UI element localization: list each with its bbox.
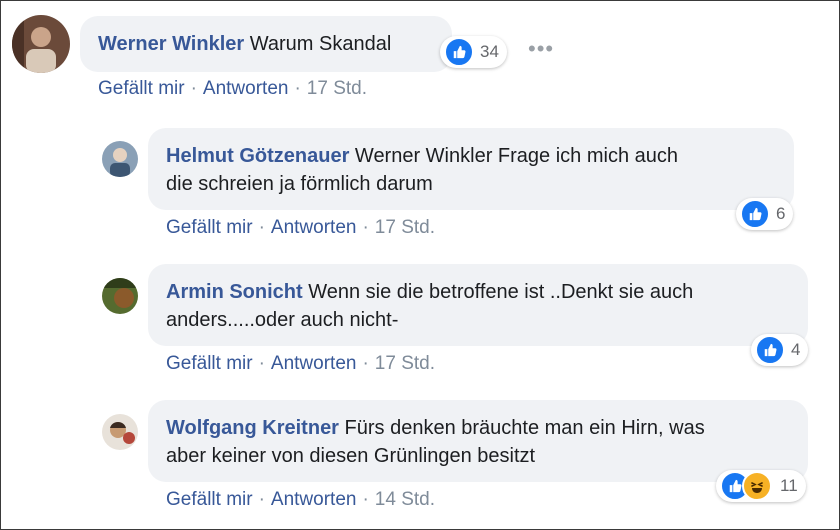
separator-dot: · [258,217,265,238]
comment-actions: Gefällt mir · Antworten · 17 Std. [98,78,367,100]
comment-author[interactable]: Wolfgang Kreitner [166,417,339,439]
separator-dot: · [258,353,265,374]
reaction-summary[interactable]: 11 [716,470,806,502]
timestamp[interactable]: 17 Std. [375,217,435,238]
separator-dot: · [294,78,301,99]
reply-link[interactable]: Antworten [271,353,357,374]
separator-dot: · [362,353,369,374]
timestamp[interactable]: 17 Std. [307,78,367,99]
comment-author[interactable]: Helmut Götzenauer [166,145,349,167]
comment-text-line2: anders.....oder auch nicht- [166,309,399,331]
comment-text: Wenn sie die betroffene ist ..Denkt sie … [308,281,694,303]
avatar-helmut-goetzenauer[interactable] [102,141,138,177]
comment-author[interactable]: Werner Winkler [98,33,244,55]
comment-bubble: Werner Winkler Warum Skandal [80,16,452,72]
comment-text-line2: aber keiner von diesen Grünlingen besitz… [166,445,536,467]
comment-text-line2: die schreien ja förmlich darum [166,173,433,195]
more-options-icon[interactable]: ••• [528,36,554,62]
comment-text: Werner Winkler Frage ich mich auch [354,145,678,167]
like-link[interactable]: Gefällt mir [166,217,253,238]
like-link[interactable]: Gefällt mir [166,353,253,374]
avatar-wolfgang-kreitner[interactable] [102,414,138,450]
timestamp[interactable]: 17 Std. [375,353,435,374]
separator-dot: · [190,78,197,99]
reply-link[interactable]: Antworten [203,78,289,99]
separator-dot: · [362,217,369,238]
haha-icon [742,471,772,501]
reaction-summary[interactable]: 4 [751,334,809,366]
comment-text: Warum Skandal [249,33,392,55]
reaction-count: 34 [480,42,499,61]
reply-link[interactable]: Antworten [271,489,357,510]
reaction-count: 6 [776,204,786,223]
avatar-armin-sonicht[interactable] [102,278,138,314]
avatar-werner-winkler[interactable] [12,15,70,73]
reaction-summary[interactable]: 34 [440,36,507,68]
like-icon [444,37,474,67]
like-link[interactable]: Gefällt mir [98,78,185,99]
like-link[interactable]: Gefällt mir [166,489,253,510]
like-icon [740,199,770,229]
comment-author[interactable]: Armin Sonicht [166,281,303,303]
reply-link[interactable]: Antworten [271,217,357,238]
comment-actions: Gefällt mir · Antworten · 17 Std. [166,353,435,375]
comment-bubble: Wolfgang Kreitner Fürs denken bräuchte m… [148,400,808,482]
separator-dot: · [362,489,369,510]
comment-bubble: Helmut Götzenauer Werner Winkler Frage i… [148,128,794,210]
separator-dot: · [258,489,265,510]
comment-actions: Gefällt mir · Antworten · 14 Std. [166,489,435,511]
comment-bubble: Armin Sonicht Wenn sie die betroffene is… [148,264,808,346]
reaction-count: 4 [791,340,801,359]
comment-text: Fürs denken bräuchte man ein Hirn, was [344,417,705,439]
like-icon [755,335,785,365]
timestamp[interactable]: 14 Std. [375,489,435,510]
reaction-summary[interactable]: 6 [736,198,794,230]
reaction-count: 11 [780,476,798,495]
comment-actions: Gefällt mir · Antworten · 17 Std. [166,217,435,239]
